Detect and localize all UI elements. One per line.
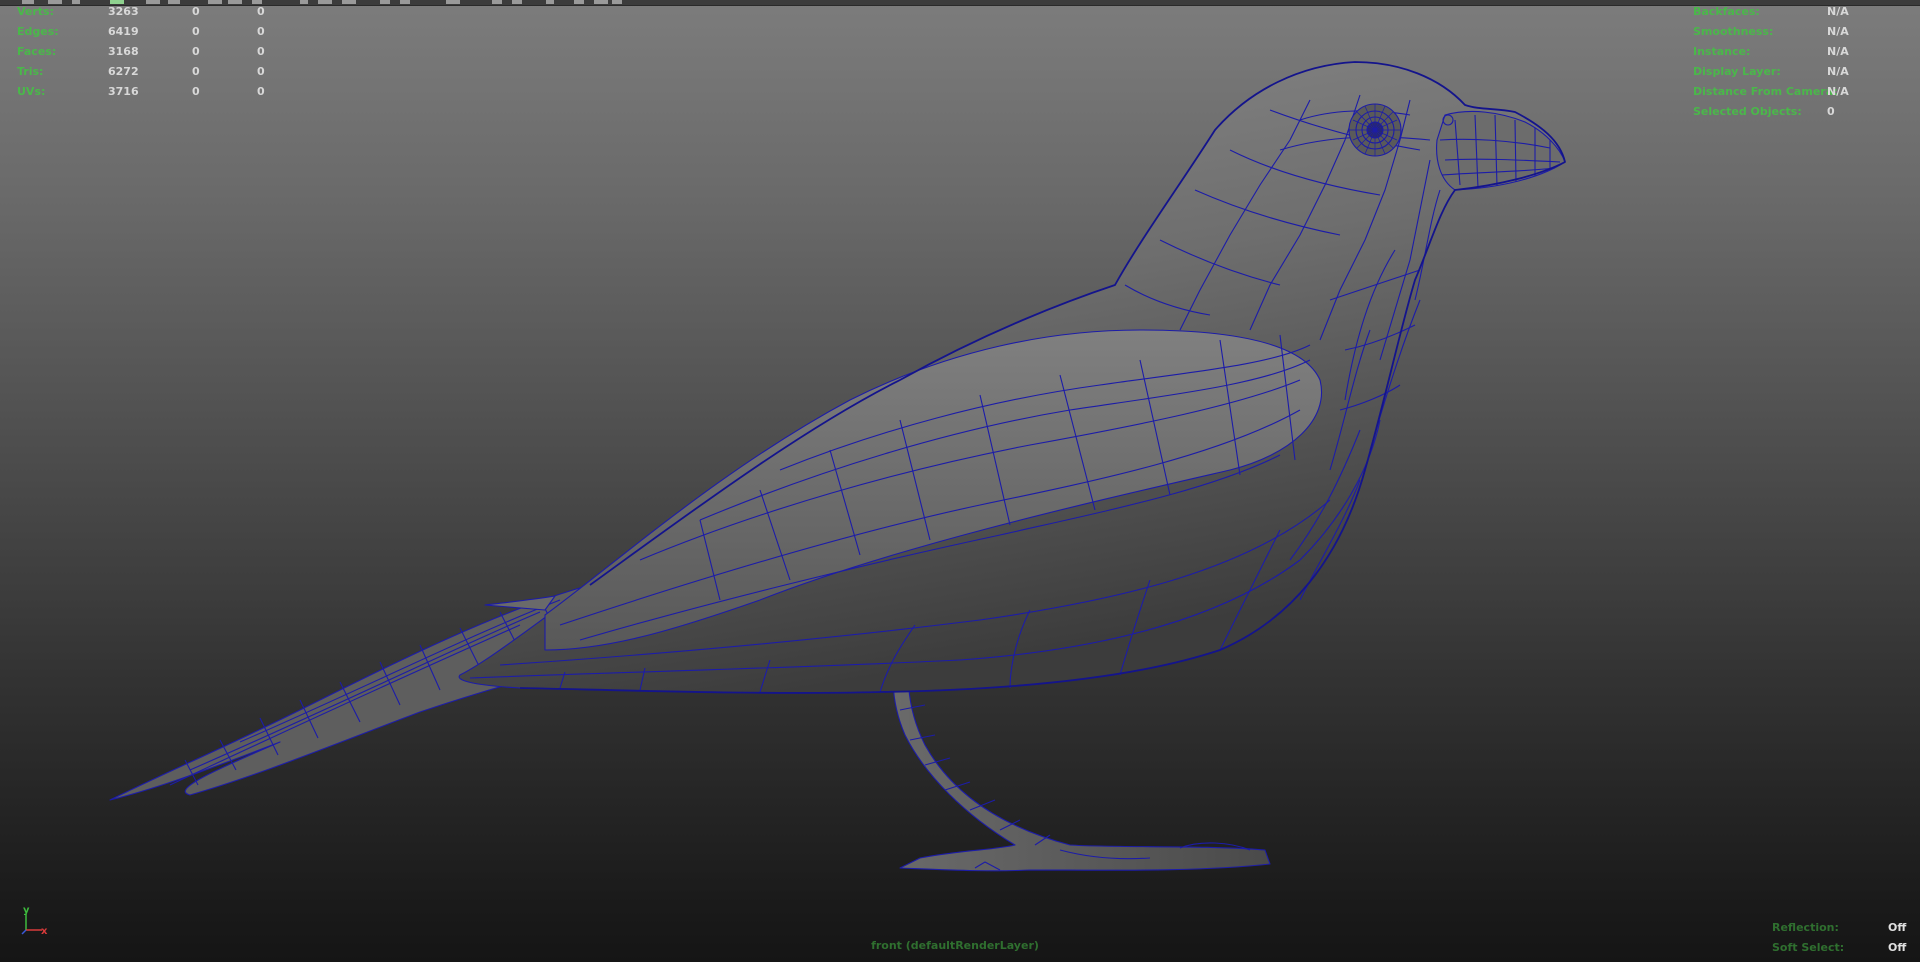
hud-label: Faces:	[17, 45, 57, 58]
hud-row-reflection: Reflection: Off	[1772, 918, 1912, 938]
axis-gizmo-icon: y x	[18, 905, 52, 938]
hud-label: Backfaces:	[1693, 5, 1760, 18]
hud-value: 3263	[108, 5, 139, 18]
hud-value: 0	[192, 45, 200, 58]
hud-label: Edges:	[17, 25, 59, 38]
hud-value: 6419	[108, 25, 139, 38]
hud-value: N/A	[1827, 5, 1849, 18]
hud-label: Distance From Camera:	[1693, 85, 1838, 98]
hud-value: 0	[257, 25, 265, 38]
poly-count-hud: Verts: 3263 0 0 Edges: 6419 0 0 Faces: 3…	[17, 2, 277, 102]
hud-value: 0	[1827, 105, 1835, 118]
object-details-hud: Backfaces: N/A Smoothness: N/A Instance:…	[1693, 2, 1913, 122]
hud-row-verts: Verts: 3263 0 0	[17, 2, 277, 22]
hud-value: N/A	[1827, 45, 1849, 58]
hud-row-instance: Instance: N/A	[1693, 42, 1913, 62]
hud-row-uvs: UVs: 3716 0 0	[17, 82, 277, 102]
bird-beak	[1436, 110, 1566, 191]
hud-value: 0	[257, 85, 265, 98]
hud-label: Display Layer:	[1693, 65, 1781, 78]
hud-value: N/A	[1827, 85, 1849, 98]
hud-label: Smoothness:	[1693, 25, 1774, 38]
bird-mesh[interactable]	[0, 0, 1920, 962]
status-hud: Reflection: Off Soft Select: Off	[1772, 918, 1912, 958]
hud-label: Reflection:	[1772, 921, 1839, 934]
viewport-3d[interactable]: Verts: 3263 0 0 Edges: 6419 0 0 Faces: 3…	[0, 0, 1920, 962]
hud-label: UVs:	[17, 85, 46, 98]
hud-value: 0	[192, 65, 200, 78]
hud-label: Verts:	[17, 5, 55, 18]
hud-value: N/A	[1827, 25, 1849, 38]
hud-row-edges: Edges: 6419 0 0	[17, 22, 277, 42]
hud-row-distance-from-camera: Distance From Camera: N/A	[1693, 82, 1913, 102]
hud-value: 3168	[108, 45, 139, 58]
hud-value: 0	[192, 5, 200, 18]
hud-value: N/A	[1827, 65, 1849, 78]
hud-row-selected-objects: Selected Objects: 0	[1693, 102, 1913, 122]
hud-row-smoothness: Smoothness: N/A	[1693, 22, 1913, 42]
hud-value: 6272	[108, 65, 139, 78]
hud-value: 0	[257, 65, 265, 78]
hud-value: 0	[192, 25, 200, 38]
hud-label: Instance:	[1693, 45, 1751, 58]
hud-value: 3716	[108, 85, 139, 98]
hud-value: 0	[257, 5, 265, 18]
hud-row-faces: Faces: 3168 0 0	[17, 42, 277, 62]
hud-label: Tris:	[17, 65, 44, 78]
axis-x-label: x	[41, 926, 48, 937]
axis-y-label: y	[23, 906, 30, 916]
hud-row-display-layer: Display Layer: N/A	[1693, 62, 1913, 82]
hud-value: Off	[1888, 921, 1907, 934]
hud-value: 0	[192, 85, 200, 98]
camera-name-label: front (defaultRenderLayer)	[871, 939, 1039, 952]
hud-value: 0	[257, 45, 265, 58]
hud-row-tris: Tris: 6272 0 0	[17, 62, 277, 82]
hud-label: Selected Objects:	[1693, 105, 1802, 118]
hud-row-backfaces: Backfaces: N/A	[1693, 2, 1913, 22]
